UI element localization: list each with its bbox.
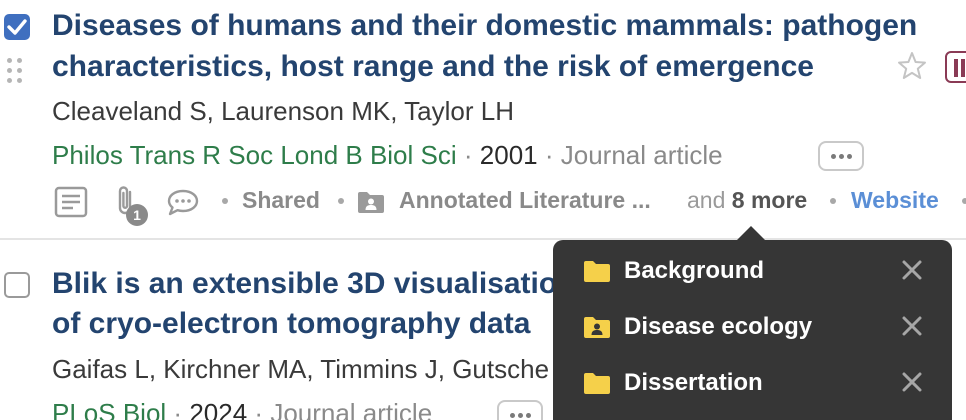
shared-label[interactable]: Shared (242, 187, 320, 214)
item-journal[interactable]: Philos Trans R Soc Lond B Biol Sci (52, 140, 457, 170)
attachment-count-badge: 1 (126, 204, 148, 226)
item-year: 2001 (479, 140, 538, 170)
more-collections-link[interactable]: and 8 more (687, 187, 807, 214)
collection-label[interactable]: Dissertation (624, 369, 763, 397)
collection-label[interactable]: Background (624, 257, 764, 285)
collections-popover: Background Disease ecology Dissertation (553, 240, 952, 420)
collection-menu-item[interactable]: Dissertation (553, 355, 952, 411)
separator: · (173, 398, 183, 420)
star-icon[interactable] (896, 50, 928, 82)
select-checkbox[interactable] (4, 14, 30, 40)
comment-icon[interactable] (166, 188, 200, 216)
item-authors: Cleaveland S, Laurenson MK, Taylor LH (52, 96, 514, 126)
item-title-line-2[interactable]: of cryo-electron tomography data (52, 304, 530, 344)
separator: · (463, 140, 473, 170)
website-link[interactable]: Website (851, 187, 939, 214)
separator: · (254, 398, 264, 420)
item-year: 2024 (189, 398, 248, 420)
close-icon[interactable] (901, 259, 923, 281)
collection-menu-item[interactable]: Disease ecology (553, 299, 952, 355)
item-type: Journal article (560, 140, 723, 170)
item-type: Journal article (270, 398, 433, 420)
item-citation-line: Philos Trans R Soc Lond B Biol Sci · 200… (52, 140, 723, 171)
close-icon[interactable] (901, 315, 923, 337)
more-options-button[interactable] (818, 141, 864, 171)
shared-folder-icon (358, 192, 384, 213)
more-options-button[interactable] (497, 400, 543, 420)
more-collections-count[interactable]: 8 more (732, 187, 807, 213)
collection-label[interactable]: Disease ecology (624, 313, 812, 341)
item-title-line-1[interactable]: Diseases of humans and their domestic ma… (52, 6, 917, 46)
collection-label[interactable]: Annotated Literature ... (399, 187, 651, 214)
folder-icon (584, 373, 610, 394)
shared-folder-icon (584, 317, 610, 338)
item-title-line-2[interactable]: characteristics, host range and the risk… (52, 47, 814, 87)
select-checkbox[interactable] (4, 272, 30, 298)
impact-badge-icon[interactable] (945, 51, 966, 83)
item-authors: Gaifas L, Kirchner MA, Timmins J, Gutsch… (52, 354, 564, 384)
drag-handle-icon[interactable] (7, 58, 23, 84)
item-journal[interactable]: PLoS Biol (52, 398, 166, 420)
collection-menu-item[interactable]: Background (553, 243, 952, 299)
checkmark-icon (7, 19, 27, 35)
and-label: and (687, 187, 726, 213)
item-actions-row: 1 Shared Annotated Literature ... and 8 … (52, 182, 966, 226)
notes-icon[interactable] (54, 186, 88, 218)
separator: · (544, 140, 554, 170)
close-icon[interactable] (901, 371, 923, 393)
folder-icon (584, 261, 610, 282)
item-citation-line: PLoS Biol · 2024 · Journal article (52, 398, 432, 420)
